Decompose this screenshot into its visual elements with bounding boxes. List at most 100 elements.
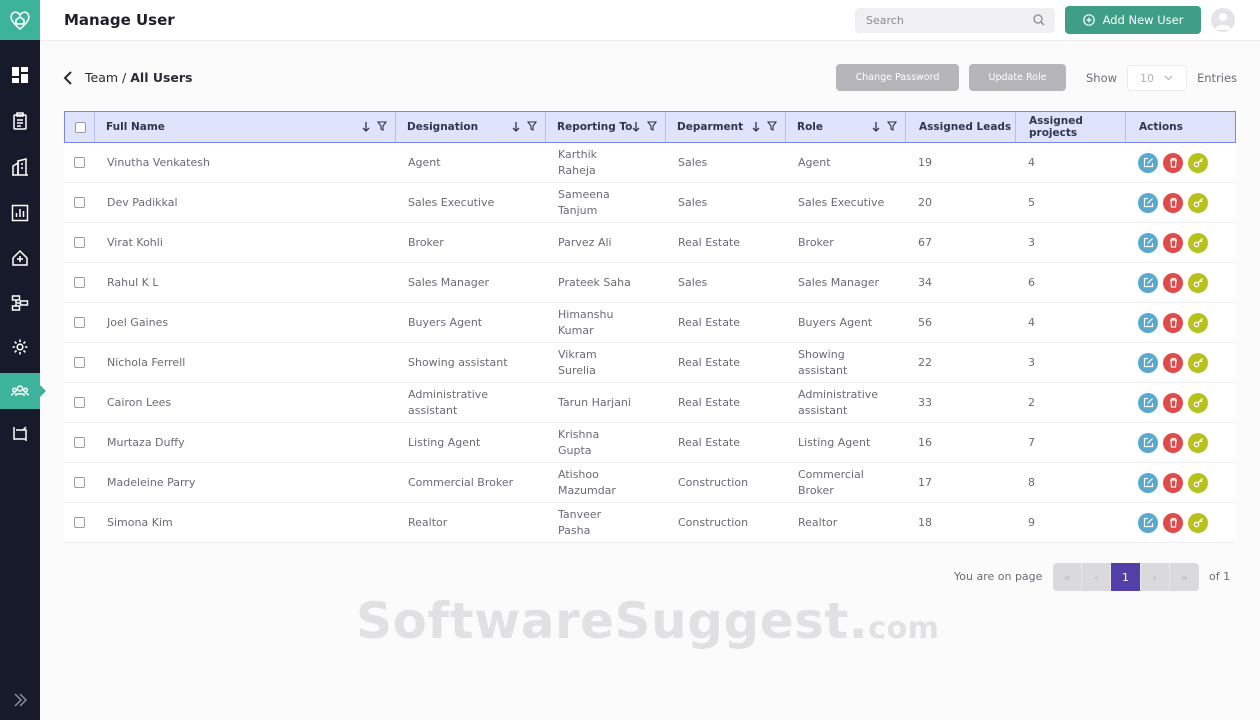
sort-arrow-icon[interactable] (752, 121, 760, 132)
sort-arrow-icon[interactable] (632, 121, 640, 132)
sidebar-item-team[interactable] (0, 373, 46, 409)
app-logo[interactable] (0, 0, 40, 40)
cell-department: Sales (678, 155, 708, 169)
sort-arrow-icon[interactable] (362, 121, 370, 132)
reset-password-button[interactable] (1188, 232, 1208, 253)
filter-icon[interactable] (377, 121, 387, 131)
table-row[interactable]: Joel Gaines Buyers Agent Himanshu Kumar Rea… (64, 303, 1236, 343)
column-label: Role (797, 121, 824, 133)
sort-arrow-icon[interactable] (512, 121, 520, 132)
last-page-button[interactable]: » (1169, 563, 1199, 591)
delete-user-button[interactable] (1163, 472, 1183, 493)
edit-user-button[interactable] (1138, 152, 1158, 173)
sidebar-item-dashboard[interactable] (0, 57, 40, 93)
sidebar-item-transfer[interactable] (0, 417, 40, 453)
table-row[interactable]: Madeleine Parry Commercial Broker Atishoo … (64, 463, 1236, 503)
filter-icon[interactable] (767, 121, 777, 131)
filter-icon[interactable] (887, 121, 897, 131)
row-checkbox[interactable] (74, 517, 85, 528)
column-designation[interactable]: Designation (396, 112, 546, 142)
row-checkbox[interactable] (74, 197, 85, 208)
entries-select[interactable]: 10 (1127, 65, 1187, 91)
cell-department: Sales (678, 275, 708, 289)
column-assigned-projects[interactable]: Assigned projects (1016, 112, 1126, 142)
sidebar-item-properties[interactable] (0, 149, 40, 185)
key-icon (1193, 238, 1203, 248)
page-title: Manage User (64, 11, 175, 29)
delete-user-button[interactable] (1163, 512, 1183, 533)
delete-user-button[interactable] (1163, 392, 1183, 413)
table-row[interactable]: Murtaza Duffy Listing Agent Krishna Gupta R… (64, 423, 1236, 463)
delete-user-button[interactable] (1163, 272, 1183, 293)
column-role[interactable]: Role (786, 112, 906, 142)
delete-user-button[interactable] (1163, 312, 1183, 333)
sidebar-item-reports[interactable] (0, 195, 40, 231)
select-all-checkbox[interactable] (75, 121, 86, 133)
breadcrumb-team[interactable]: Team (85, 70, 118, 85)
edit-user-button[interactable] (1138, 232, 1158, 253)
delete-user-button[interactable] (1163, 232, 1183, 253)
edit-user-button[interactable] (1138, 192, 1158, 213)
reset-password-button[interactable] (1188, 152, 1208, 173)
sidebar-item-workflow[interactable] (0, 285, 40, 321)
avatar[interactable] (1211, 8, 1235, 32)
delete-user-button[interactable] (1163, 352, 1183, 373)
row-checkbox[interactable] (74, 477, 85, 488)
edit-user-button[interactable] (1138, 272, 1158, 293)
delete-user-button[interactable] (1163, 192, 1183, 213)
sort-arrow-icon[interactable] (872, 121, 880, 132)
table-row[interactable]: Simona Kim Realtor Tanveer Pasha Constructi… (64, 503, 1236, 543)
edit-user-button[interactable] (1138, 432, 1158, 453)
column-reporting-to[interactable]: Reporting To (546, 112, 666, 142)
reset-password-button[interactable] (1188, 392, 1208, 413)
edit-user-button[interactable] (1138, 352, 1158, 373)
table-row[interactable]: Nichola Ferrell Showing assistant Vikram S… (64, 343, 1236, 383)
column-assigned-leads[interactable]: Assigned Leads (906, 112, 1016, 142)
first-page-button[interactable]: « (1053, 563, 1083, 591)
table-row[interactable]: Vinutha Venkatesh Agent Karthik Raheja Sale… (64, 143, 1236, 183)
sidebar-item-add-property[interactable] (0, 240, 40, 276)
delete-user-button[interactable] (1163, 152, 1183, 173)
reset-password-button[interactable] (1188, 512, 1208, 533)
sidebar-item-settings[interactable] (0, 329, 40, 365)
row-checkbox[interactable] (74, 357, 85, 368)
edit-user-button[interactable] (1138, 392, 1158, 413)
reset-password-button[interactable] (1188, 352, 1208, 373)
delete-user-button[interactable] (1163, 432, 1183, 453)
reset-password-button[interactable] (1188, 472, 1208, 493)
row-checkbox[interactable] (74, 437, 85, 448)
sidebar-item-tasks[interactable] (0, 103, 40, 139)
row-select-cell (64, 343, 94, 382)
back-arrow-icon[interactable] (62, 70, 74, 86)
row-checkbox[interactable] (74, 317, 85, 328)
table-row[interactable]: Dev Padikkal Sales Executive Sameena Tanju… (64, 183, 1236, 223)
row-checkbox[interactable] (74, 237, 85, 248)
reset-password-button[interactable] (1188, 432, 1208, 453)
reset-password-button[interactable] (1188, 272, 1208, 293)
filter-icon[interactable] (527, 121, 537, 131)
reset-password-button[interactable] (1188, 192, 1208, 213)
row-checkbox[interactable] (74, 277, 85, 288)
next-page-button[interactable]: › (1140, 563, 1170, 591)
edit-user-button[interactable] (1138, 512, 1158, 533)
column-department[interactable]: Deparment (666, 112, 786, 142)
prev-page-button[interactable]: ‹ (1082, 563, 1112, 591)
table-row[interactable]: Rahul K L Sales Manager Prateek Saha Sales S… (64, 263, 1236, 303)
add-new-user-button[interactable]: Add New User (1065, 6, 1201, 34)
table-row[interactable]: Virat Kohli Broker Parvez Ali Real Estate Br… (64, 223, 1236, 263)
edit-user-button[interactable] (1138, 312, 1158, 333)
sidebar-expand-button[interactable] (10, 690, 30, 710)
reset-password-button[interactable] (1188, 312, 1208, 333)
edit-user-button[interactable] (1138, 472, 1158, 493)
filter-icon[interactable] (647, 121, 657, 131)
current-page-button[interactable]: 1 (1111, 563, 1141, 591)
row-checkbox[interactable] (74, 157, 85, 168)
update-role-button[interactable]: Update Role (969, 64, 1066, 91)
change-password-button[interactable]: Change Password (836, 64, 959, 91)
search-input[interactable] (855, 8, 1025, 33)
column-full-name[interactable]: Full Name (95, 112, 396, 142)
row-checkbox[interactable] (74, 397, 85, 408)
table-row[interactable]: Cairon Lees Administrative assistant Tarun… (64, 383, 1236, 423)
search-icon[interactable] (1033, 14, 1045, 26)
cell-department: Real Estate (678, 355, 741, 369)
